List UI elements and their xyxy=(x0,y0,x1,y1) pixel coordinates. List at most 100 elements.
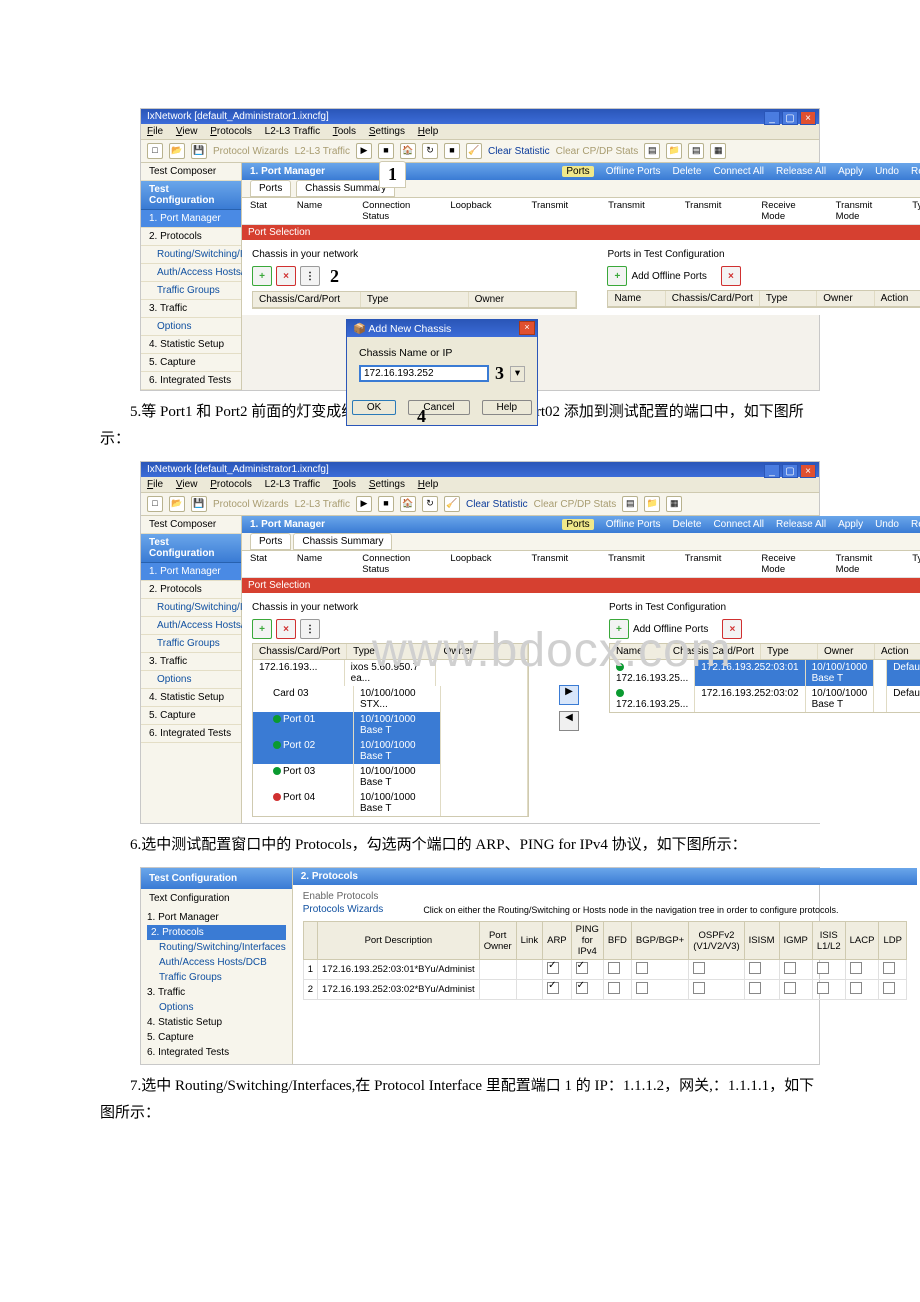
table-row[interactable]: Port 0310/100/1000 Base T xyxy=(253,764,528,790)
table-row[interactable]: 172.16.193...ixos 5.60.950.7 ea... xyxy=(253,660,528,686)
window-icon[interactable]: ▤ xyxy=(644,143,660,159)
redo-button[interactable]: Redo xyxy=(911,166,920,177)
clear-cpdp[interactable]: Clear CP/DP Stats xyxy=(556,146,639,157)
panel-icon[interactable]: ▤ xyxy=(622,496,638,512)
menu-file[interactable]: File xyxy=(147,479,163,490)
ports-button[interactable]: Ports xyxy=(562,166,593,177)
connect-all-button[interactable]: Connect All xyxy=(713,519,764,530)
table-row[interactable]: 172.16.193.25...172.16.193.252:03:0110/1… xyxy=(610,660,920,686)
apply-button[interactable]: Apply xyxy=(838,166,863,177)
menu-settings[interactable]: Settings xyxy=(369,126,405,137)
clear-statistic[interactable]: Clear Statistic xyxy=(466,499,528,510)
tree-traffic[interactable]: 3. Traffic xyxy=(141,653,241,671)
tree-integrated[interactable]: 6. Integrated Tests xyxy=(147,1045,286,1060)
details-button[interactable]: ⋮ xyxy=(300,619,320,639)
cell[interactable] xyxy=(879,960,906,980)
clear-cpdp[interactable]: Clear CP/DP Stats xyxy=(534,499,617,510)
add-port-button[interactable]: + xyxy=(607,266,627,286)
undo-button[interactable]: Undo xyxy=(875,519,899,530)
menu-traffic[interactable]: L2-L3 Traffic xyxy=(265,126,320,137)
protocols-wizards[interactable]: Protocols Wizards xyxy=(303,904,384,915)
folder-icon[interactable]: 📁 xyxy=(644,496,660,512)
refresh-icon[interactable]: ↻ xyxy=(422,143,438,159)
table-row[interactable]: Port 0110/100/1000 Base T xyxy=(253,712,528,738)
tree-options[interactable]: Options xyxy=(147,1000,286,1015)
remove-chassis-button[interactable]: × xyxy=(276,619,296,639)
offline-ports-button[interactable]: Offline Ports xyxy=(606,166,661,177)
tree-stat-setup[interactable]: 4. Statistic Setup xyxy=(141,336,241,354)
tree-auth[interactable]: Auth/Access Hosts/DCB xyxy=(147,955,286,970)
menu-traffic[interactable]: L2-L3 Traffic xyxy=(265,479,320,490)
tree-port-manager[interactable]: 1. Port Manager xyxy=(141,210,241,228)
tab-ports[interactable]: Ports xyxy=(250,180,291,197)
open-icon[interactable]: 📂 xyxy=(169,496,185,512)
chassis-ip-input[interactable] xyxy=(359,365,489,382)
chevron-down-icon[interactable]: ▾ xyxy=(510,366,525,382)
cell[interactable] xyxy=(516,980,542,1000)
cell[interactable] xyxy=(479,960,516,980)
menu-protocols[interactable]: Protocols xyxy=(210,126,252,137)
menu-file[interactable]: File xyxy=(147,126,163,137)
move-right-button[interactable]: ▶ xyxy=(559,685,579,705)
toolbar-l2l3[interactable]: L2-L3 Traffic xyxy=(295,146,350,157)
cell[interactable] xyxy=(603,960,631,980)
cell[interactable] xyxy=(845,960,879,980)
help-button[interactable]: Help xyxy=(482,400,533,415)
release-all-button[interactable]: Release All xyxy=(776,166,826,177)
cell[interactable] xyxy=(543,960,572,980)
cell[interactable] xyxy=(571,980,603,1000)
tree-options[interactable]: Options xyxy=(141,671,241,689)
add-chassis-button[interactable]: + xyxy=(252,619,272,639)
table-row[interactable]: Card 0310/100/1000 STX... xyxy=(253,686,528,712)
delete-button[interactable]: Delete xyxy=(673,519,702,530)
cell[interactable] xyxy=(744,960,779,980)
toolbar-protocol-wizards[interactable]: Protocol Wizards xyxy=(213,146,289,157)
save-icon[interactable]: 💾 xyxy=(191,496,207,512)
grid-icon[interactable]: ▦ xyxy=(710,143,726,159)
close-icon[interactable]: × xyxy=(800,464,816,478)
tree-integrated[interactable]: 6. Integrated Tests xyxy=(141,372,241,390)
menu-tools[interactable]: Tools xyxy=(333,479,356,490)
minimize-icon[interactable]: _ xyxy=(764,111,780,125)
new-icon[interactable]: □ xyxy=(147,143,163,159)
clear-statistic[interactable]: Clear Statistic xyxy=(488,146,550,157)
tree-capture[interactable]: 5. Capture xyxy=(141,354,241,372)
tree-port-manager[interactable]: 1. Port Manager xyxy=(141,563,241,581)
stop-icon[interactable]: ■ xyxy=(378,143,394,159)
undo-button[interactable]: Undo xyxy=(875,166,899,177)
cell[interactable] xyxy=(689,960,744,980)
menu-view[interactable]: View xyxy=(176,479,198,490)
cell[interactable] xyxy=(631,960,688,980)
test-composer[interactable]: Test Composer xyxy=(141,163,241,181)
tree-rsi[interactable]: Routing/Switching/Interfaces xyxy=(141,599,241,617)
offline-ports-button[interactable]: Offline Ports xyxy=(606,519,661,530)
cell[interactable]: 172.16.193.252:03:02*BYu/Administ xyxy=(318,980,480,1000)
new-icon[interactable]: □ xyxy=(147,496,163,512)
menu-help[interactable]: Help xyxy=(418,126,439,137)
tree-integrated[interactable]: 6. Integrated Tests xyxy=(141,725,241,743)
remove-port-button[interactable]: × xyxy=(721,266,741,286)
add-chassis-button[interactable]: + xyxy=(252,266,272,286)
eraser-icon[interactable]: 🧹 xyxy=(466,143,482,159)
cell[interactable] xyxy=(812,960,845,980)
redo-button[interactable]: Redo xyxy=(911,519,920,530)
tree-traffic[interactable]: 3. Traffic xyxy=(141,300,241,318)
add-port-button[interactable]: + xyxy=(609,619,629,639)
details-button[interactable]: ⋮ xyxy=(300,266,320,286)
add-offline-ports[interactable]: Add Offline Ports xyxy=(633,624,708,635)
menu-help[interactable]: Help xyxy=(418,479,439,490)
stop2-icon[interactable]: ■ xyxy=(444,143,460,159)
refresh-icon[interactable]: ↻ xyxy=(422,496,438,512)
ok-button[interactable]: OK xyxy=(352,400,396,415)
add-offline-ports[interactable]: Add Offline Ports xyxy=(631,271,706,282)
menu-settings[interactable]: Settings xyxy=(369,479,405,490)
cell[interactable] xyxy=(516,960,542,980)
tree-options[interactable]: Options xyxy=(141,318,241,336)
menu-protocols[interactable]: Protocols xyxy=(210,479,252,490)
connect-all-button[interactable]: Connect All xyxy=(713,166,764,177)
tree-auth[interactable]: Auth/Access Hosts/DCB xyxy=(141,264,241,282)
stop-icon[interactable]: ■ xyxy=(378,496,394,512)
move-left-button[interactable]: ◀ xyxy=(559,711,579,731)
cell[interactable] xyxy=(779,960,812,980)
save-icon[interactable]: 💾 xyxy=(191,143,207,159)
